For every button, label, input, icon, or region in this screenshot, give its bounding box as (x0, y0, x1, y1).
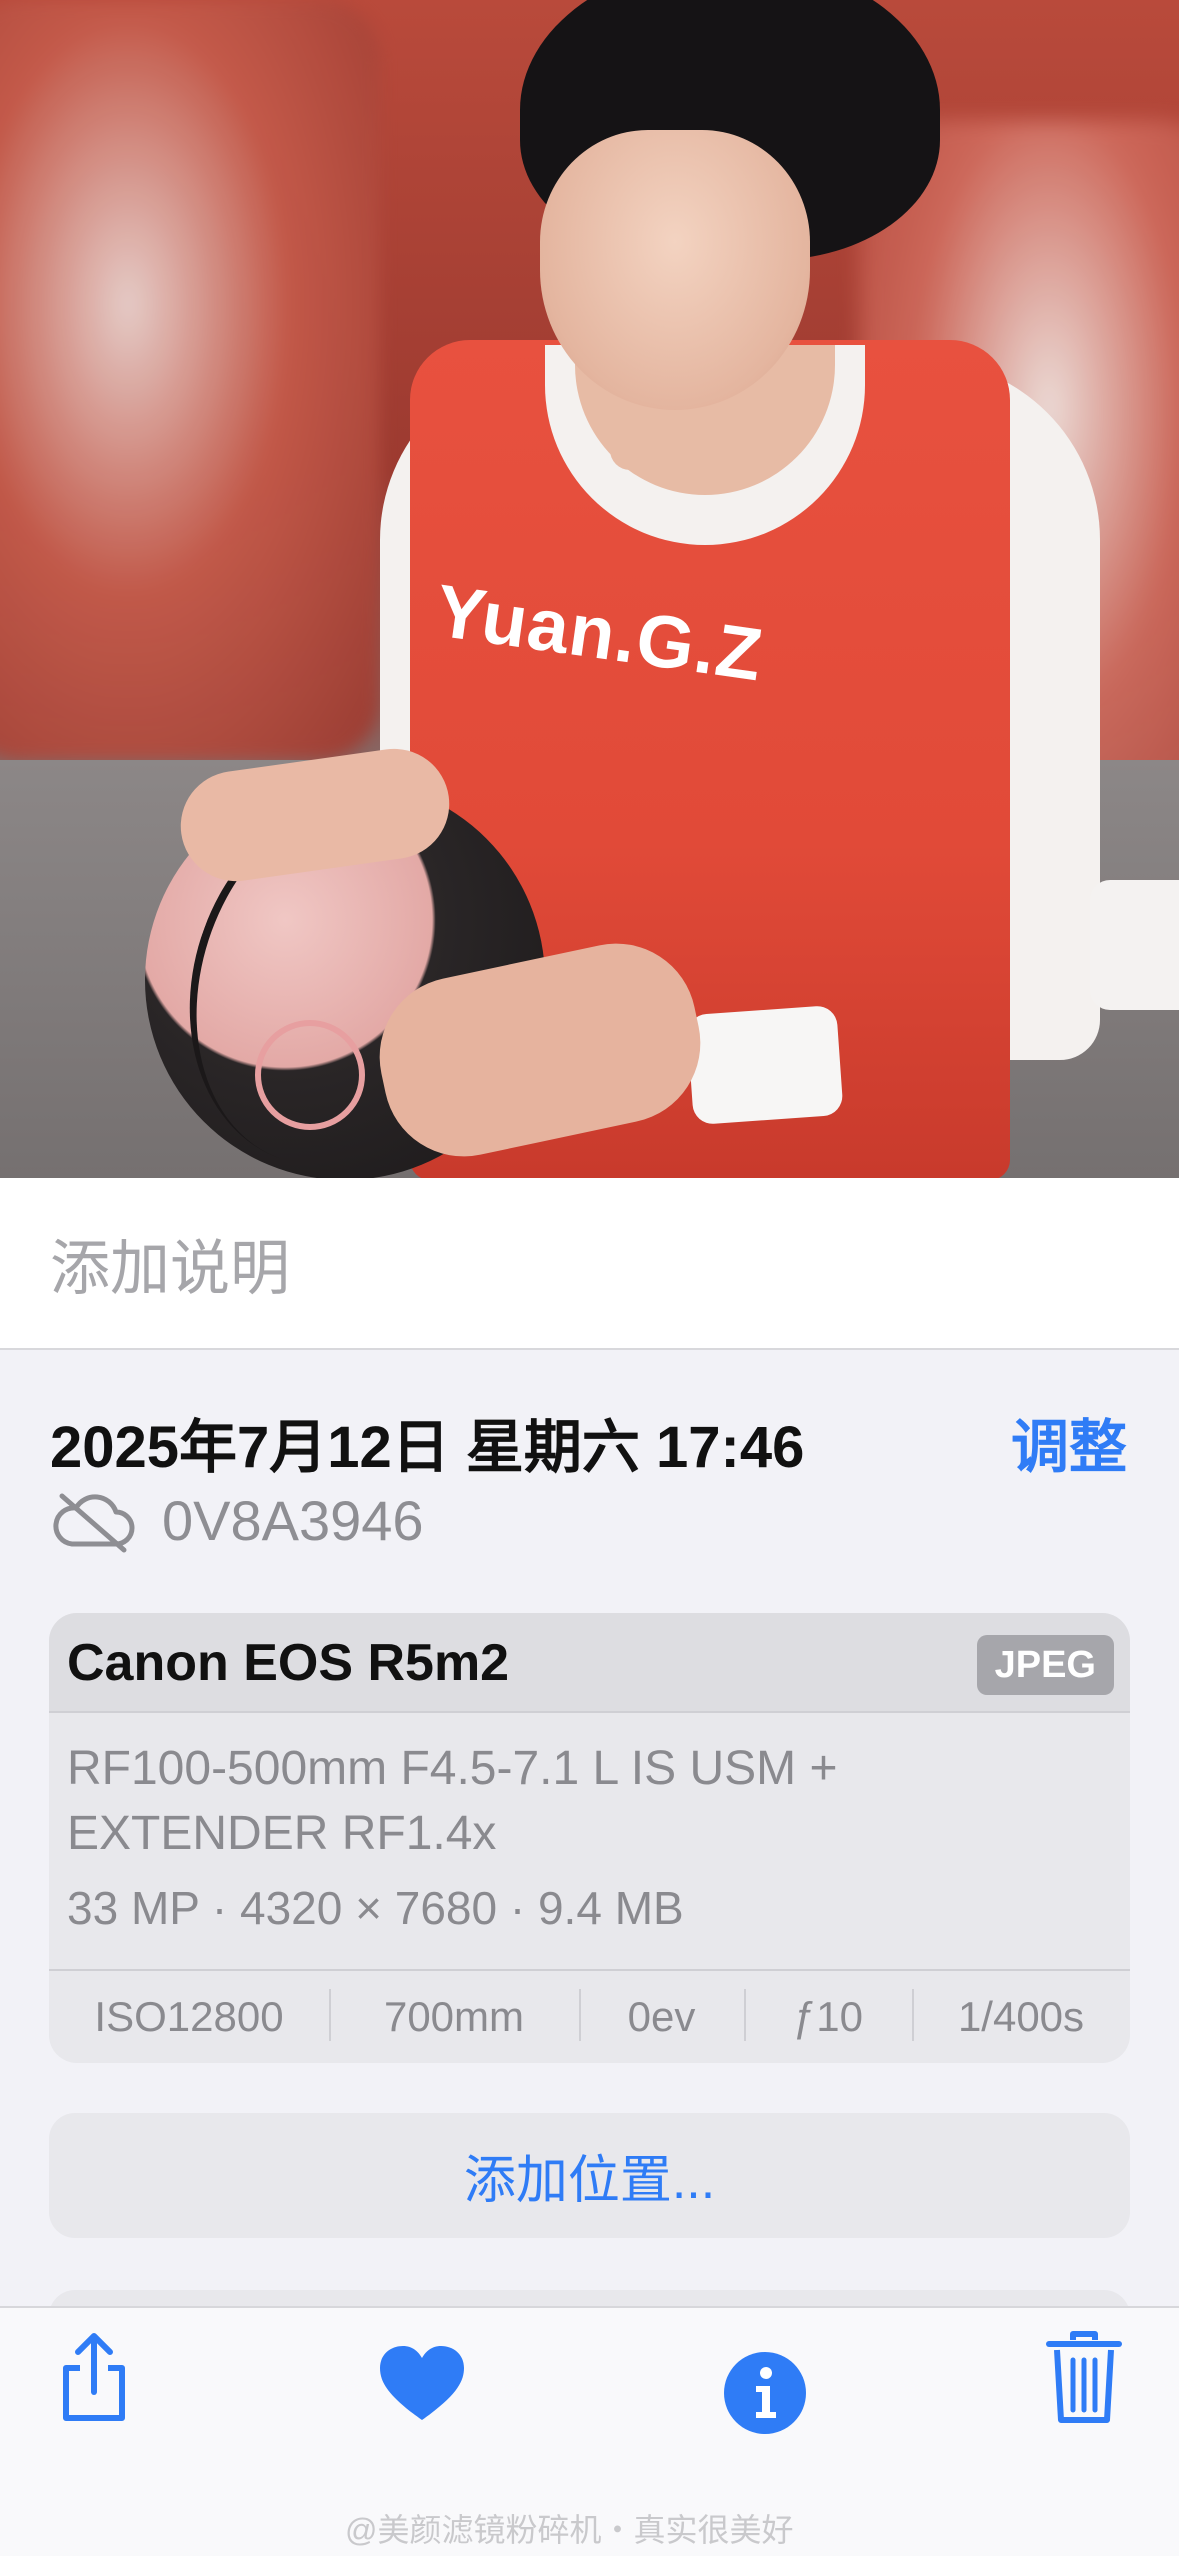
exif-shutter-speed: 1/400s (912, 1989, 1130, 2041)
lens-line-2: EXTENDER RF1.4x (67, 1807, 497, 1860)
photo-datetime: 2025年7月12日 星期六 17:46 (50, 1415, 805, 1480)
lens-line-1: RF100-500mm F4.5-7.1 L IS USM + (67, 1742, 838, 1795)
photo-view[interactable]: Yuan.G.Z (0, 0, 1179, 1178)
format-badge: JPEG (976, 1635, 1114, 1695)
file-name: 0V8A3946 (162, 1489, 424, 1552)
cloud-slash-icon (53, 1493, 135, 1553)
info-icon[interactable] (722, 2350, 808, 2436)
caption-section (0, 1178, 1179, 1350)
camera-model: Canon EOS R5m2 (67, 1634, 510, 1692)
camera-info-card: Canon EOS R5m2 JPEG RF100-500mm F4.5-7.1… (49, 1613, 1130, 2063)
watermark-text: @美颜滤镜粉碎机・真实很美好 (345, 2512, 794, 2548)
exif-focal-length: 700mm (329, 1989, 579, 2041)
image-specs: 33 MP · 4320 × 7680 · 9.4 MB (67, 1882, 684, 1934)
exif-aperture: ƒ10 (744, 1989, 912, 2041)
share-icon[interactable] (56, 2330, 132, 2426)
heart-icon[interactable] (378, 2344, 466, 2422)
add-location-button[interactable]: 添加位置... (49, 2113, 1130, 2238)
exif-exposure-bias: 0ev (579, 1989, 744, 2041)
exif-row: ISO12800 700mm 0ev ƒ10 1/400s (49, 1969, 1130, 2063)
trash-icon[interactable] (1045, 2330, 1123, 2426)
exif-iso: ISO12800 (94, 1993, 284, 2040)
caption-input[interactable] (50, 1228, 1130, 1308)
adjust-button[interactable]: 调整 (1011, 1400, 1127, 1484)
